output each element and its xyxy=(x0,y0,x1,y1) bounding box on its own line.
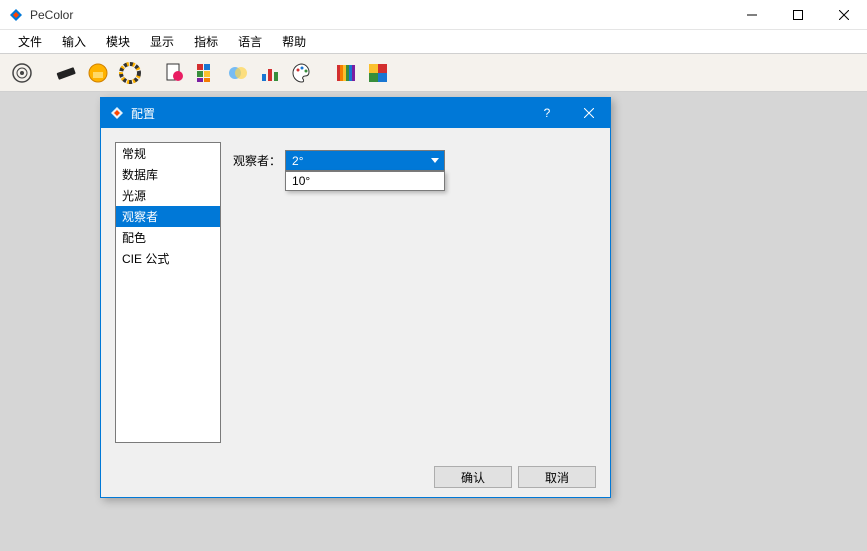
menu-input[interactable]: 输入 xyxy=(52,30,96,53)
quadrant-icon[interactable] xyxy=(364,59,392,87)
menu-file[interactable]: 文件 xyxy=(8,30,52,53)
app-icon xyxy=(8,7,24,23)
overlap-circles-icon[interactable] xyxy=(224,59,252,87)
category-observer[interactable]: 观察者 xyxy=(116,206,220,227)
dialog-help-button[interactable]: ? xyxy=(526,98,568,128)
menu-display[interactable]: 显示 xyxy=(140,30,184,53)
category-cie-formula[interactable]: CIE 公式 xyxy=(116,248,220,269)
settings-panel: 观察者： 2° 10° xyxy=(233,142,596,443)
category-database[interactable]: 数据库 xyxy=(116,164,220,185)
menu-indicator[interactable]: 指标 xyxy=(184,30,228,53)
color-wheel-icon[interactable] xyxy=(116,59,144,87)
dialog-close-button[interactable] xyxy=(568,98,610,128)
window-title: PeColor xyxy=(30,8,729,22)
menu-language[interactable]: 语言 xyxy=(228,30,272,53)
ok-button[interactable]: 确认 xyxy=(434,466,512,488)
category-matching[interactable]: 配色 xyxy=(116,227,220,248)
category-illuminant[interactable]: 光源 xyxy=(116,185,220,206)
ruler-icon[interactable] xyxy=(52,59,80,87)
menu-bar: 文件 输入 模块 显示 指标 语言 帮助 xyxy=(0,30,867,54)
dialog-title: 配置 xyxy=(131,105,526,122)
folder-icon[interactable] xyxy=(84,59,112,87)
menu-help[interactable]: 帮助 xyxy=(272,30,316,53)
category-general[interactable]: 常规 xyxy=(116,143,220,164)
menu-module[interactable]: 模块 xyxy=(96,30,140,53)
document-icon[interactable] xyxy=(160,59,188,87)
toolbar xyxy=(0,54,867,92)
observer-combobox[interactable]: 2° xyxy=(285,150,445,171)
category-list[interactable]: 常规 数据库 光源 观察者 配色 CIE 公式 xyxy=(115,142,221,443)
cancel-button[interactable]: 取消 xyxy=(518,466,596,488)
observer-label: 观察者： xyxy=(233,150,281,169)
palette-icon[interactable] xyxy=(288,59,316,87)
chevron-down-icon xyxy=(427,153,442,168)
observer-selected-value: 2° xyxy=(292,154,438,168)
spectrum-icon[interactable] xyxy=(332,59,360,87)
minimize-button[interactable] xyxy=(729,0,775,29)
title-bar: PeColor xyxy=(0,0,867,30)
dropdown-option-10[interactable]: 10° xyxy=(286,172,444,190)
swatch-grid-icon[interactable] xyxy=(192,59,220,87)
maximize-button[interactable] xyxy=(775,0,821,29)
dialog-footer: 确认 取消 xyxy=(101,457,610,497)
observer-dropdown: 10° xyxy=(285,171,445,191)
config-dialog: 配置 ? 常规 数据库 光源 观察者 配色 CIE 公式 观察者： 2° 10° xyxy=(100,97,611,498)
close-button[interactable] xyxy=(821,0,867,29)
settings-icon[interactable] xyxy=(8,59,36,87)
dialog-title-bar[interactable]: 配置 ? xyxy=(101,98,610,128)
chart-icon[interactable] xyxy=(256,59,284,87)
dialog-app-icon xyxy=(109,105,125,121)
